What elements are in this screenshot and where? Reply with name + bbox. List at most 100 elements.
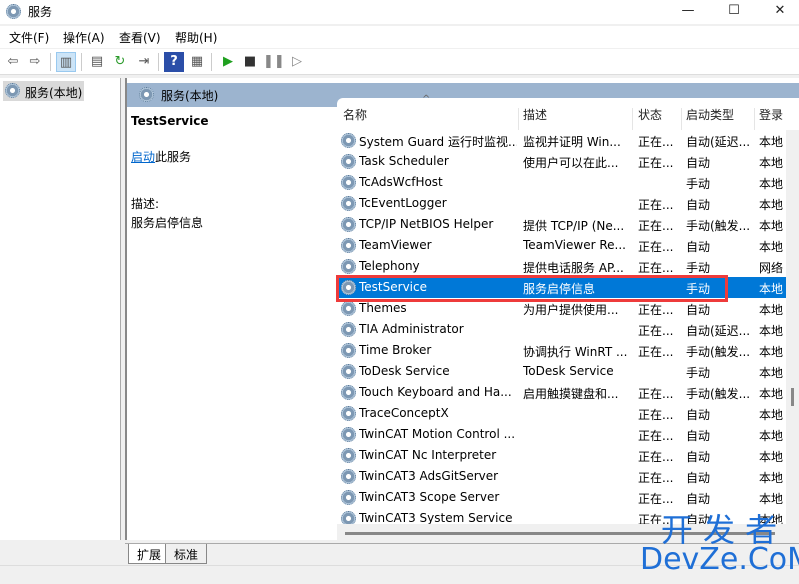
toolbar-separator: [81, 53, 82, 71]
cell-startup-type: 自动(延迟...: [686, 324, 751, 338]
start-service-icon[interactable]: ▶: [218, 52, 238, 72]
cell-startup-type: 自动: [686, 450, 711, 464]
cell-name: Time Broker: [359, 343, 432, 357]
highlight-box: [336, 275, 728, 302]
cell-log-on-as: 本地: [759, 303, 784, 317]
menu-file[interactable]: 文件(F): [9, 29, 49, 46]
services-pane: 服务(本地) TestService 启动此服务 描述: 服务启停信息 ^ 名称…: [125, 78, 799, 540]
start-service-link[interactable]: 启动: [131, 150, 155, 164]
services-gear-icon: [139, 87, 154, 102]
console-tree: 服务(本地): [0, 78, 121, 540]
cell-name: TwinCAT Nc Interpreter: [359, 448, 497, 462]
menu-view[interactable]: 查看(V): [119, 29, 161, 46]
column-header-status[interactable]: 状态: [638, 106, 662, 128]
services-list: ^ 名称 描述 状态 启动类型 登录 System Guard 运行时监视...…: [337, 94, 799, 535]
cell-name: TCP/IP NetBIOS Helper: [359, 217, 494, 231]
cell-startup-type: 手动: [686, 177, 711, 191]
cell-status: 正在...: [638, 240, 674, 254]
cell-name: TIA Administrator: [359, 322, 464, 336]
service-gear-icon: [341, 427, 356, 442]
cell-status: 正在...: [638, 387, 674, 401]
service-row[interactable]: TraceConceptX 正在... 自动 本地: [337, 403, 789, 424]
service-row[interactable]: Telephony 提供电话服务 AP... 正在... 手动 网络: [337, 256, 789, 277]
service-row[interactable]: ToDesk Service ToDesk Service 手动 本地: [337, 361, 789, 382]
cell-status: 正在...: [638, 156, 674, 170]
service-name: TestService: [131, 114, 209, 128]
service-row[interactable]: TIA Administrator 正在... 自动(延迟... 本地: [337, 319, 789, 340]
tab-extended[interactable]: 扩展: [128, 544, 171, 564]
export-list-icon[interactable]: ⇥: [134, 52, 154, 72]
service-row[interactable]: TcEventLogger 正在... 自动 本地: [337, 193, 789, 214]
cell-log-on-as: 本地: [759, 387, 784, 401]
service-row[interactable]: TCP/IP NetBIOS Helper 提供 TCP/IP (Ne... 正在.…: [337, 214, 789, 235]
cell-status: 正在...: [638, 345, 674, 359]
column-divider: [681, 108, 682, 130]
cell-name: TwinCAT Motion Control ...: [359, 427, 516, 441]
action-pane-icon[interactable]: ▦: [187, 52, 207, 72]
help-icon[interactable]: ?: [164, 52, 184, 72]
console-tree-icon[interactable]: ▥: [56, 52, 76, 72]
service-gear-icon: [341, 490, 356, 505]
cell-name: Touch Keyboard and Ha...: [359, 385, 512, 399]
cell-name: TwinCAT3 System Service: [359, 511, 513, 525]
window-title: 服务: [28, 5, 53, 19]
menu-action[interactable]: 操作(A): [63, 29, 105, 46]
column-divider: [518, 108, 519, 130]
cell-description: TeamViewer Re...: [523, 238, 626, 252]
cell-log-on-as: 本地: [759, 240, 784, 254]
cell-name: Task Scheduler: [359, 154, 449, 168]
details-panel: TestService 启动此服务 描述: 服务启停信息: [131, 114, 331, 231]
back-arrow-icon[interactable]: ⇦: [3, 52, 23, 72]
service-gear-icon: [341, 448, 356, 463]
service-gear-icon: [341, 133, 356, 148]
properties-icon[interactable]: ▤: [87, 52, 107, 72]
toolbar-separator: [158, 53, 159, 71]
cell-log-on-as: 本地: [759, 471, 784, 485]
service-row[interactable]: TwinCAT3 Scope Server 正在... 自动 本地: [337, 487, 789, 508]
service-row[interactable]: Task Scheduler 使用户可以在此... 正在... 自动 本地: [337, 151, 789, 172]
forward-arrow-icon[interactable]: ⇨: [25, 52, 45, 72]
cell-log-on-as: 本地: [759, 492, 784, 506]
maximize-button[interactable]: ☐: [711, 0, 757, 24]
service-row[interactable]: TeamViewer TeamViewer Re... 正在... 自动 本地: [337, 235, 789, 256]
service-gear-icon: [341, 175, 356, 190]
service-row[interactable]: TwinCAT Nc Interpreter 正在... 自动 本地: [337, 445, 789, 466]
close-button[interactable]: ✕: [757, 0, 799, 24]
minimize-button[interactable]: —: [665, 0, 711, 24]
pane-title: 服务(本地): [161, 89, 219, 103]
cell-name: TwinCAT3 Scope Server: [359, 490, 500, 504]
cell-startup-type: 自动: [686, 198, 711, 212]
cell-description: 提供 TCP/IP (Ne...: [523, 219, 625, 233]
vertical-scrollbar[interactable]: [786, 130, 799, 542]
service-row[interactable]: System Guard 运行时监视... 监视并证明 Win... 正在... 自动…: [337, 130, 789, 151]
cell-startup-type: 自动(延迟...: [686, 135, 751, 149]
service-gear-icon: [341, 217, 356, 232]
column-header-startup-type[interactable]: 启动类型: [686, 106, 734, 128]
cell-log-on-as: 本地: [759, 135, 784, 149]
cell-log-on-as: 本地: [759, 219, 784, 233]
column-divider: [754, 108, 755, 130]
pause-service-icon[interactable]: ❚❚: [263, 52, 285, 72]
cell-description: 协调执行 WinRT ...: [523, 345, 628, 359]
service-row[interactable]: TwinCAT3 AdsGitServer 正在... 自动 本地: [337, 466, 789, 487]
stop-service-icon[interactable]: ■: [240, 52, 260, 72]
cell-log-on-as: 本地: [759, 156, 784, 170]
tab-standard[interactable]: 标准: [165, 544, 208, 564]
tree-item-services-local[interactable]: 服务(本地): [3, 81, 84, 101]
scroll-thumb[interactable]: [791, 388, 794, 406]
column-header-log-on-as[interactable]: 登录: [759, 106, 783, 128]
cell-status: 正在...: [638, 198, 674, 212]
toolbar: ⇦ ⇨ ▥ ▤ ↻ ⇥ ? ▦ ▶ ■ ❚❚ ▷: [0, 49, 799, 75]
cell-description: ToDesk Service: [523, 364, 614, 378]
cell-name: Themes: [359, 301, 407, 315]
service-row[interactable]: TwinCAT Motion Control ... 正在... 自动 本地: [337, 424, 789, 445]
column-header-description[interactable]: 描述: [523, 106, 547, 128]
resume-service-icon[interactable]: ▷: [287, 52, 307, 72]
refresh-icon[interactable]: ↻: [110, 52, 130, 72]
service-row[interactable]: Time Broker 协调执行 WinRT ... 正在... 手动(触发... 本地: [337, 340, 789, 361]
column-header-name[interactable]: 名称: [343, 106, 367, 128]
service-row[interactable]: TcAdsWcfHost 手动 本地: [337, 172, 789, 193]
service-row[interactable]: Touch Keyboard and Ha... 启用触摸键盘和... 正在... 手…: [337, 382, 789, 403]
menu-help[interactable]: 帮助(H): [175, 29, 217, 46]
cell-log-on-as: 本地: [759, 177, 784, 191]
